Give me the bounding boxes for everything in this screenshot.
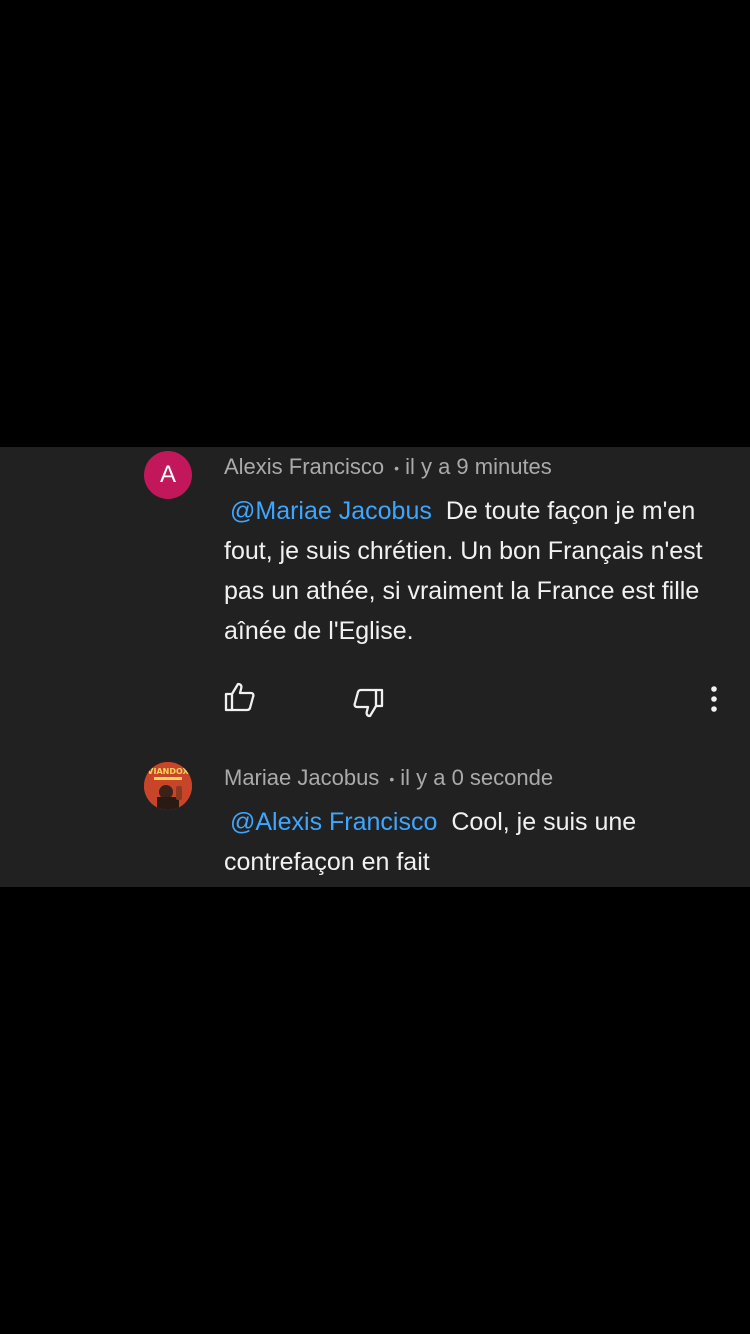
avatar-logo-image: VIANDOX [144,762,192,810]
thumbs-up-icon [224,682,255,712]
avatar-letter: A [159,461,176,488]
comment-time: il y a 0 seconde [400,765,554,790]
avatar[interactable]: A [144,451,192,499]
more-vert-icon [711,686,717,712]
comment-body: @Mariae Jacobus De toute façon je m'en fo… [224,491,724,651]
more-options-button[interactable] [700,683,728,715]
thumbs-down-icon [353,688,384,718]
like-button[interactable] [220,677,260,717]
avatar[interactable]: VIANDOX [144,762,192,810]
comment-author[interactable]: Mariae Jacobus [224,765,379,790]
separator-dot: • [394,460,400,477]
svg-text:VIANDOX: VIANDOX [147,767,189,776]
comment-author[interactable]: Alexis Francisco [224,454,384,479]
mention-link[interactable]: @Mariae Jacobus [230,497,432,525]
comment-meta: Mariae Jacobus • il y a 0 seconde [224,763,553,794]
mention-link[interactable]: @Alexis Francisco [230,808,437,836]
separator-dot: • [389,771,395,788]
comment-body: @Alexis Francisco Cool, je suis une contr… [224,802,724,882]
comment-time: il y a 9 minutes [405,454,552,479]
dislike-button[interactable] [348,683,388,723]
comment-meta: Alexis Francisco • il y a 9 minutes [224,452,552,483]
